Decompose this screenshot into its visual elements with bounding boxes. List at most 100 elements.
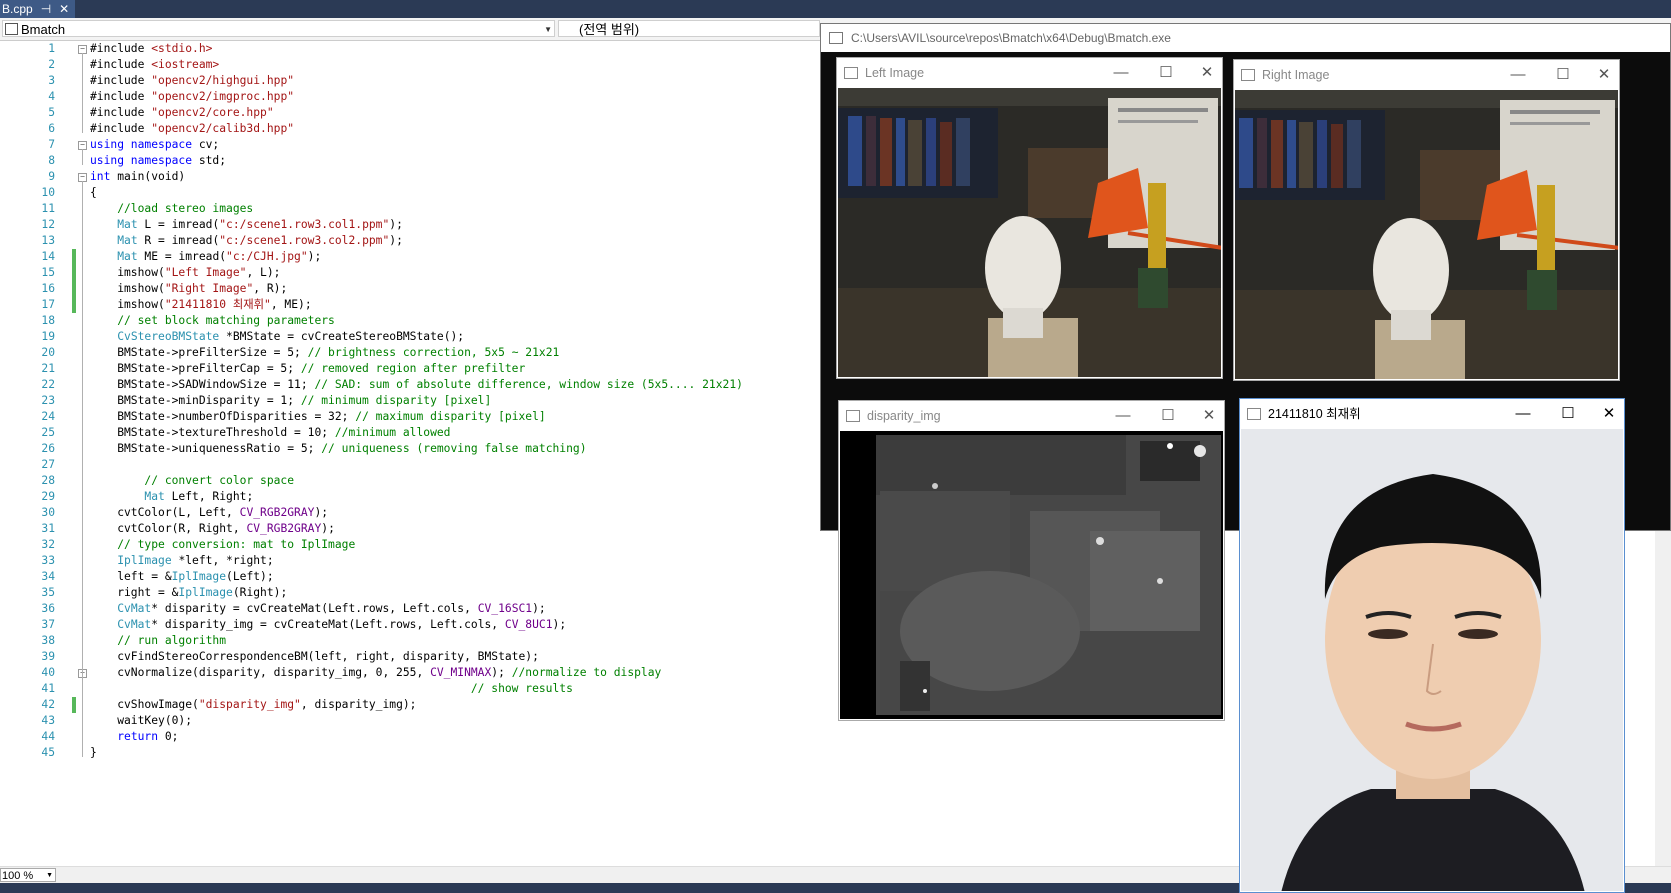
code-line[interactable]: imshow("Right Image", R); [90, 281, 287, 297]
portrait-photo [1241, 429, 1623, 891]
minimize-icon[interactable]: — [1503, 60, 1533, 90]
code-line[interactable]: #include "opencv2/core.hpp" [90, 105, 274, 121]
disparity-window[interactable]: disparity_img — ☐ ✕ [838, 400, 1225, 721]
code-line[interactable]: using namespace cv; [90, 137, 219, 153]
line-number: 19 [41, 330, 55, 343]
disparity-titlebar[interactable]: disparity_img — ☐ ✕ [839, 401, 1224, 431]
code-line[interactable]: BMState->textureThreshold = 10; //minimu… [90, 425, 450, 441]
code-line[interactable]: // type conversion: mat to IplImage [90, 537, 355, 553]
code-token: "Left Image" [164, 266, 247, 279]
line-number: 17 [41, 298, 55, 311]
code-line[interactable]: BMState->SADWindowSize = 11; // SAD: sum… [90, 377, 743, 393]
code-line[interactable]: return 0; [90, 729, 178, 745]
code-line[interactable]: BMState->minDisparity = 1; // minimum di… [90, 393, 491, 409]
code-line[interactable]: right = &IplImage(Right); [90, 585, 287, 601]
right-image-titlebar[interactable]: Right Image — ☐ ✕ [1234, 60, 1619, 90]
project-dropdown[interactable]: Bmatch ▼ [2, 20, 555, 37]
code-token: IplImage [117, 554, 172, 567]
document-tab[interactable]: B.cpp ⊣ ✕ [0, 0, 76, 18]
code-line[interactable]: IplImage *left, *right; [90, 553, 273, 569]
console-title: C:\Users\AVIL\source\repos\Bmatch\x64\De… [851, 31, 1171, 45]
left-image-window[interactable]: Left Image — ☐ ✕ [836, 57, 1223, 379]
maximize-icon[interactable]: ☐ [1548, 60, 1578, 90]
code-line[interactable]: BMState->uniquenessRatio = 5; // uniquen… [90, 441, 586, 457]
code-line[interactable]: CvMat* disparity = cvCreateMat(Left.rows… [90, 601, 546, 617]
portrait-window[interactable]: 21411810 최재휘 — ☐ ✕ [1239, 398, 1625, 893]
close-icon[interactable]: ✕ [1192, 58, 1222, 88]
maximize-icon[interactable]: ☐ [1153, 401, 1183, 431]
code-line[interactable]: } [90, 745, 97, 761]
right-image-window[interactable]: Right Image — ☐ ✕ [1233, 59, 1620, 381]
code-line[interactable]: #include "opencv2/calib3d.hpp" [90, 121, 294, 137]
code-line[interactable]: //load stereo images [90, 201, 253, 217]
code-line[interactable]: cvFindStereoCorrespondenceBM(left, right… [90, 649, 539, 665]
code-token: imshow( [90, 266, 165, 279]
maximize-icon[interactable]: ☐ [1553, 399, 1583, 429]
code-line[interactable]: imshow("Left Image", L); [90, 265, 280, 281]
disparity-title: disparity_img [867, 409, 941, 423]
code-line[interactable]: BMState->numberOfDisparities = 32; // ma… [90, 409, 546, 425]
code-token: Mat [117, 250, 138, 263]
code-line[interactable]: // show results [90, 681, 573, 697]
console-titlebar[interactable]: C:\Users\AVIL\source\repos\Bmatch\x64\De… [821, 24, 1670, 52]
line-number: 12 [41, 218, 55, 231]
code-line[interactable]: BMState->preFilterCap = 5; // removed re… [90, 361, 525, 377]
zoom-dropdown[interactable]: 100 % ▼ [0, 868, 56, 882]
code-line[interactable]: Mat Left, Right; [90, 489, 253, 505]
line-number: 29 [41, 490, 55, 503]
left-image-titlebar[interactable]: Left Image — ☐ ✕ [837, 58, 1222, 88]
code-line[interactable]: #include "opencv2/imgproc.hpp" [90, 89, 294, 105]
code-line[interactable]: cvtColor(L, Left, CV_RGB2GRAY); [90, 505, 328, 521]
code-line[interactable]: #include <stdio.h> [90, 41, 212, 57]
close-tab-icon[interactable]: ✕ [59, 0, 69, 18]
code-line[interactable]: cvNormalize(disparity, disparity_img, 0,… [90, 665, 661, 681]
code-line[interactable]: { [90, 185, 97, 201]
code-line[interactable]: // run algorithm [90, 633, 226, 649]
code-token: #include [90, 122, 152, 135]
line-number: 26 [41, 442, 55, 455]
line-number: 44 [41, 730, 55, 743]
fold-guide [82, 53, 83, 133]
close-icon[interactable]: ✕ [1594, 399, 1624, 429]
line-number: 16 [41, 282, 55, 295]
code-line[interactable]: BMState->preFilterSize = 5; // brightnes… [90, 345, 559, 361]
code-line[interactable]: cvShowImage("disparity_img", disparity_i… [90, 697, 416, 713]
portrait-titlebar[interactable]: 21411810 최재휘 — ☐ ✕ [1240, 399, 1624, 429]
code-line[interactable]: cvtColor(R, Right, CV_RGB2GRAY); [90, 521, 335, 537]
code-token: , ME); [270, 298, 312, 311]
line-number: 39 [41, 650, 55, 663]
code-token: ); [314, 506, 329, 519]
code-line[interactable]: Mat ME = imread("c:/CJH.jpg"); [90, 249, 321, 265]
code-line[interactable]: waitKey(0); [90, 713, 192, 729]
code-line[interactable]: CvStereoBMState *BMState = cvCreateStere… [90, 329, 464, 345]
minimize-icon[interactable]: — [1108, 401, 1138, 431]
code-token: imshow( [90, 282, 165, 295]
close-icon[interactable]: ✕ [1589, 60, 1619, 90]
code-line[interactable]: using namespace std; [90, 153, 226, 169]
code-token: BMState->uniquenessRatio = 5; [90, 442, 322, 455]
code-line[interactable]: Mat L = imread("c:/scene1.row3.col1.ppm"… [90, 217, 403, 233]
close-icon[interactable]: ✕ [1194, 401, 1224, 431]
code-line[interactable]: int main(void) [90, 169, 185, 185]
code-token: cvtColor(L, Left, [90, 506, 240, 519]
code-line[interactable]: CvMat* disparity_img = cvCreateMat(Left.… [90, 617, 566, 633]
code-token: ); [532, 602, 546, 615]
code-line[interactable]: // convert color space [90, 473, 294, 489]
minimize-icon[interactable]: — [1508, 399, 1538, 429]
pin-icon[interactable]: ⊣ [41, 0, 51, 18]
code-line[interactable]: #include "opencv2/highgui.hpp" [90, 73, 294, 89]
code-line[interactable]: imshow("21411810 최재휘", ME); [90, 297, 312, 313]
code-line[interactable]: // set block matching parameters [90, 313, 335, 329]
scope-dropdown[interactable]: (전역 범위) [558, 20, 820, 37]
code-token: BMState->minDisparity = 1; [90, 394, 301, 407]
code-line[interactable]: #include <iostream> [90, 57, 219, 73]
maximize-icon[interactable]: ☐ [1151, 58, 1181, 88]
code-line[interactable]: left = &IplImage(Left); [90, 569, 273, 585]
minimize-icon[interactable]: — [1106, 58, 1136, 88]
code-token: ); [552, 618, 567, 631]
code-token: BMState->preFilterSize = 5; [90, 346, 308, 359]
code-line[interactable]: Mat R = imread("c:/scene1.row3.col2.ppm"… [90, 233, 403, 249]
code-token: BMState->numberOfDisparities = 32; [90, 410, 356, 423]
line-number: 7 [48, 138, 55, 151]
